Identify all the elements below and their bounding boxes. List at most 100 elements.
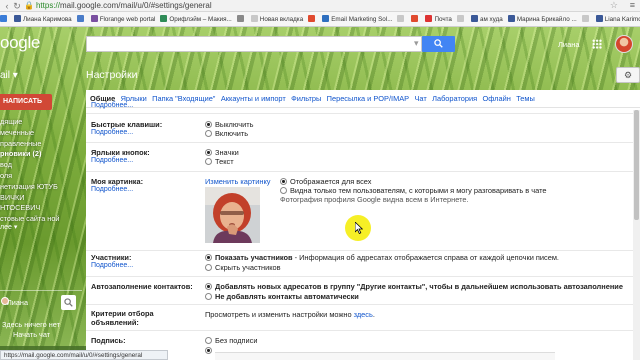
bookmark-item[interactable]: Марина Брикайло ...: [507, 12, 580, 26]
settings-tab[interactable]: Лаборатория: [429, 90, 479, 108]
participants-more-link[interactable]: Подробнее...: [91, 262, 133, 269]
sidebar-item[interactable]: рновики (2): [0, 149, 82, 160]
account-name[interactable]: Лиана: [558, 40, 580, 49]
radio-unselected[interactable]: [205, 264, 212, 271]
mail-switcher[interactable]: ail ▾: [0, 70, 18, 81]
compose-button[interactable]: НАПИСАТЬ: [0, 94, 52, 110]
shortcuts-off-option[interactable]: Выключить: [205, 120, 253, 129]
profile-photo-image: [205, 187, 260, 243]
no-auto-add-option[interactable]: Не добавлять контакты автоматически: [205, 292, 359, 301]
browser-menu-icon[interactable]: ≡: [630, 0, 635, 11]
sidebar-item[interactable]: дящие: [0, 117, 82, 128]
visible-all-option[interactable]: Отображается для всех: [280, 177, 371, 186]
visible-chat-only-option[interactable]: Видна только тем пользователям, с которы…: [280, 186, 546, 195]
sidebar-item[interactable]: оля: [0, 171, 82, 182]
add-contacts-option[interactable]: Добавлять новых адресатов в группу "Друг…: [205, 282, 623, 291]
ad-criteria-label-line1: Критерии отбора: [91, 309, 154, 318]
radio-unselected[interactable]: [205, 158, 212, 165]
bookmark-item[interactable]: Лиана Каримова: [14, 12, 75, 26]
text-option[interactable]: Текст: [205, 157, 234, 166]
radio-selected[interactable]: [205, 347, 212, 354]
scrollbar-thumb[interactable]: [634, 110, 639, 220]
bookmark-item[interactable]: ам худа: [470, 12, 506, 26]
shortcuts-on-option[interactable]: Включить: [205, 129, 248, 138]
bookmark-item[interactable]: [411, 12, 423, 26]
reload-icon[interactable]: ↻: [12, 1, 22, 11]
button-labels-more-link[interactable]: Подробнее...: [91, 157, 133, 164]
settings-tab[interactable]: Фильтры: [288, 90, 324, 108]
radio-unselected[interactable]: [205, 337, 212, 344]
radio-unselected[interactable]: [280, 187, 287, 194]
search-input[interactable]: [86, 36, 422, 52]
icons-option[interactable]: Значки: [205, 148, 239, 157]
change-picture-link[interactable]: Изменить картинку: [205, 177, 270, 186]
shortcuts-more-link[interactable]: Подробнее...: [91, 129, 133, 136]
radio-unselected[interactable]: [205, 130, 212, 137]
bookmark-label: Новая вкладка: [259, 16, 304, 23]
sidebar-more-link[interactable]: лее ▾: [0, 223, 17, 231]
show-participants-option[interactable]: Показать участников - Информация об адре…: [205, 253, 559, 262]
signature-editor-option[interactable]: [205, 346, 215, 355]
search-button[interactable]: [422, 36, 455, 52]
page-title: Настройки: [86, 69, 138, 81]
hide-participants-option[interactable]: Скрыть участников: [205, 263, 281, 272]
address-bar[interactable]: 🔒 https://mail.google.com/mail/u/0/#setti…: [24, 1, 614, 11]
apps-grid-icon[interactable]: [592, 39, 602, 49]
bookmark-item[interactable]: Почта: [425, 12, 455, 26]
chat-search-button[interactable]: [61, 295, 76, 310]
search-options-icon[interactable]: ▾: [414, 38, 419, 49]
settings-tab[interactable]: Папка "Входящие": [149, 90, 218, 108]
hide-participants-label: Скрыть участников: [215, 263, 281, 272]
settings-tab[interactable]: Офлайн: [480, 90, 514, 108]
radio-selected[interactable]: [205, 149, 212, 156]
my-picture-more-link[interactable]: Подробнее...: [91, 186, 133, 193]
settings-tab[interactable]: Темы: [514, 90, 538, 108]
ad-criteria-link[interactable]: здесь: [354, 310, 373, 319]
bookmark-item[interactable]: [76, 12, 89, 26]
radio-unselected[interactable]: [205, 293, 212, 300]
radio-selected[interactable]: [205, 121, 212, 128]
account-avatar[interactable]: [615, 35, 633, 53]
bookmark-item[interactable]: [236, 12, 249, 26]
google-logo[interactable]: oogle: [0, 33, 40, 53]
bookmark-item[interactable]: [308, 12, 320, 26]
sidebar-item[interactable]: меченные: [0, 128, 82, 139]
settings-tab[interactable]: Аккаунты и импорт: [218, 90, 288, 108]
bookmark-item[interactable]: Email Marketing Sol...: [322, 12, 395, 26]
bookmark-favicon-icon: [14, 15, 21, 22]
previous-row-more-link[interactable]: Подробнее...: [91, 102, 133, 109]
signature-editor-toolbar[interactable]: [215, 352, 555, 360]
bookmark-label: Florange web portal: [99, 16, 156, 23]
settings-gear-button[interactable]: ⚙: [616, 67, 640, 83]
bookmark-item[interactable]: Орифлэйм – Макия...: [160, 12, 234, 26]
ad-criteria-period: .: [372, 310, 375, 319]
radio-selected[interactable]: [280, 178, 287, 185]
bookmark-item[interactable]: [456, 12, 469, 26]
back-icon[interactable]: ‹: [2, 1, 12, 11]
vertical-scrollbar[interactable]: [633, 110, 640, 360]
sidebar-item[interactable]: правленные: [0, 139, 82, 150]
bookmark-favicon-icon: [0, 15, 7, 22]
sidebar-item[interactable]: НТОСЕВИЧ: [0, 203, 82, 214]
sidebar-item[interactable]: ВИЧКИ: [0, 193, 82, 204]
start-chat-link[interactable]: Начать чат: [13, 330, 50, 339]
bookmark-item[interactable]: Florange web portal: [90, 12, 159, 26]
sidebar-item[interactable]: нетизация ЮТУБ: [0, 182, 82, 193]
bookmark-item[interactable]: [0, 12, 12, 26]
my-picture-label: Моя картинка:: [91, 177, 144, 186]
bookmark-item[interactable]: [397, 12, 409, 26]
profile-photo[interactable]: [205, 187, 260, 243]
bookmark-item[interactable]: [581, 12, 594, 26]
radio-selected[interactable]: [205, 254, 212, 261]
settings-tab[interactable]: Чат: [412, 90, 430, 108]
no-signature-option[interactable]: Без подписи: [205, 336, 257, 345]
bookmark-star-icon[interactable]: ☆: [610, 0, 618, 11]
bookmark-item[interactable]: Новая вкладка: [250, 12, 306, 26]
bookmark-item[interactable]: Liana Karimova: [595, 12, 640, 26]
radio-selected[interactable]: [205, 283, 212, 290]
chat-user-name[interactable]: Лиана: [7, 298, 28, 307]
settings-tab[interactable]: Пересылка и POP/IMAP: [324, 90, 412, 108]
sidebar-item[interactable]: вод: [0, 160, 82, 171]
bookmark-favicon-icon: [322, 15, 330, 22]
shortcuts-off-label: Выключить: [215, 120, 254, 129]
